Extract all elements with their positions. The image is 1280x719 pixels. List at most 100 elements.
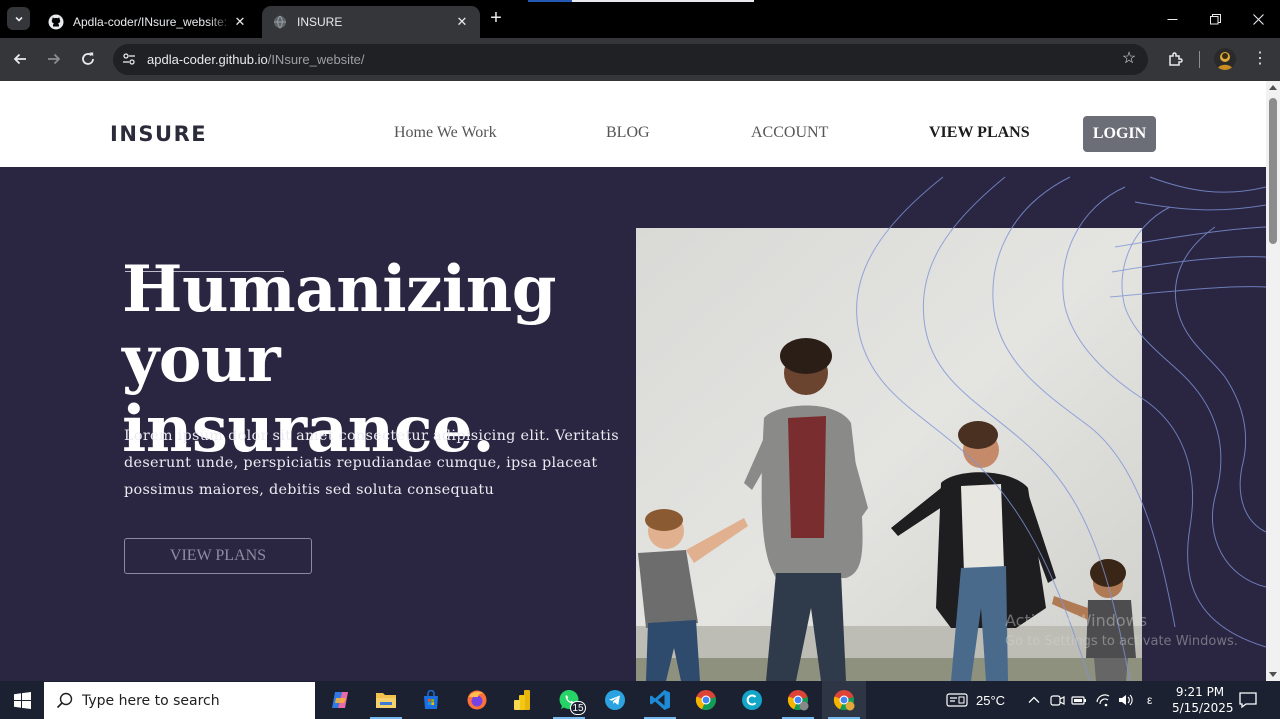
weather-widget[interactable]: 25°C [946, 681, 1005, 719]
copilot-icon [332, 692, 348, 708]
search-placeholder: Type here to search [82, 693, 220, 709]
close-icon [1253, 13, 1264, 25]
hero-description: Lorem ipsum dolor sit amet consectetur a… [124, 428, 619, 498]
close-icon[interactable]: ✕ [454, 14, 470, 30]
canva-icon [742, 690, 762, 710]
minimize-button[interactable] [1151, 0, 1194, 38]
close-window-button[interactable] [1237, 0, 1280, 38]
search-icon [56, 692, 73, 709]
tray-icons: ε [1027, 681, 1152, 719]
url-path: /INsure_website/ [267, 52, 365, 67]
chrome-icon [695, 690, 716, 711]
windows-taskbar: Type here to search 15 25°C ε 9:21 PM 5/… [0, 681, 1280, 719]
folder-icon [376, 693, 396, 708]
chevron-down-icon [14, 16, 23, 22]
site-logo[interactable]: INSURE [110, 122, 207, 146]
minimize-icon [1167, 18, 1178, 20]
clock-date: 5/15/2025 [1172, 701, 1234, 715]
battery-icon[interactable] [1071, 692, 1087, 708]
arrow-left-icon [13, 53, 26, 65]
hero-title-line-1: Humanizing [122, 252, 556, 327]
tab-title: Apdla-coder/INsure_website: th [73, 15, 232, 29]
taskbar-firefox[interactable] [455, 681, 499, 719]
wifi-icon[interactable] [1095, 692, 1111, 708]
scrollbar-thumb[interactable] [1269, 98, 1277, 244]
page-viewport: INSURE Home We Work BLOG ACCOUNT VIEW PL… [0, 81, 1280, 681]
url-host: apdla-coder.github.io [147, 52, 268, 67]
restore-icon [1210, 13, 1221, 24]
windows-logo-icon [13, 691, 31, 709]
puzzle-icon [1169, 52, 1183, 66]
browser-tabstrip: Apdla-coder/INsure_website: th ✕ INSURE … [0, 0, 1280, 38]
bookmark-star-icon[interactable]: ☆ [1120, 50, 1138, 68]
weather-icon [946, 693, 968, 707]
meet-now-icon[interactable] [1049, 692, 1065, 708]
toolbar-divider [1199, 51, 1200, 68]
forward-button[interactable] [42, 47, 66, 71]
scroll-up-arrow-icon[interactable] [1269, 85, 1277, 90]
nav-account[interactable]: ACCOUNT [751, 124, 828, 142]
site-settings-icon[interactable] [121, 51, 137, 67]
power-bi-icon [514, 690, 530, 710]
tab-search-button[interactable] [7, 7, 30, 30]
watermark-subtitle: Go to Settings to activate Windows. [1005, 634, 1238, 649]
clock-time: 9:21 PM [1175, 685, 1225, 699]
notification-center-icon[interactable] [1238, 690, 1258, 710]
taskbar-file-explorer[interactable] [364, 681, 408, 719]
telegram-icon [605, 690, 625, 710]
close-icon[interactable]: ✕ [232, 14, 248, 30]
tab-github[interactable]: Apdla-coder/INsure_website: th ✕ [38, 6, 258, 38]
input-language[interactable]: ε [1147, 693, 1152, 707]
github-icon [48, 14, 64, 30]
browser-toolbar: apdla-coder.github.io/INsure_website/ ☆ … [0, 38, 1280, 81]
notification-badge: 15 [570, 701, 586, 715]
firefox-icon [467, 690, 487, 710]
page-scrollbar[interactable] [1266, 81, 1280, 681]
extensions-button[interactable] [1165, 48, 1187, 70]
arrow-right-icon [48, 53, 61, 65]
tab-insure[interactable]: INSURE ✕ [262, 6, 480, 38]
nav-view-plans[interactable]: VIEW PLANS [929, 124, 1030, 142]
restore-button[interactable] [1194, 0, 1237, 38]
activate-windows-watermark: Activate Windows Go to Settings to activ… [1005, 611, 1238, 649]
taskbar-power-bi[interactable] [500, 681, 544, 719]
site-header: INSURE Home We Work BLOG ACCOUNT VIEW PL… [0, 81, 1266, 167]
window-controls [1151, 0, 1280, 38]
taskbar-store[interactable] [409, 681, 453, 719]
reload-button[interactable] [76, 47, 100, 71]
taskbar-vscode[interactable] [638, 681, 682, 719]
taskbar-whatsapp[interactable]: 15 [547, 681, 591, 719]
taskbar-clock[interactable]: 9:21 PM 5/15/2025 [1172, 684, 1234, 716]
new-tab-button[interactable]: + [486, 8, 506, 29]
chevron-up-icon[interactable] [1027, 693, 1041, 707]
nav-home-we-work[interactable]: Home We Work [394, 124, 497, 142]
nav-blog[interactable]: BLOG [606, 124, 650, 142]
taskbar-chrome[interactable] [684, 681, 728, 719]
view-plans-button[interactable]: VIEW PLANS [124, 538, 312, 574]
profile-avatar[interactable] [1214, 48, 1236, 70]
scroll-down-arrow-icon[interactable] [1269, 672, 1277, 677]
reload-icon [82, 52, 94, 65]
watermark-title: Activate Windows [1005, 611, 1148, 630]
hero-section: Humanizing your insurance. Lorem ipsum d… [0, 167, 1266, 681]
back-button[interactable] [8, 47, 32, 71]
taskbar-copilot[interactable] [318, 681, 362, 719]
url-text: apdla-coder.github.io/INsure_website/ [147, 52, 365, 67]
taskbar-canva[interactable] [730, 681, 774, 719]
volume-icon[interactable] [1117, 692, 1133, 708]
vscode-icon [650, 690, 670, 710]
login-button[interactable]: LOGIN [1083, 116, 1156, 152]
page-load-indicator [528, 0, 754, 2]
chrome-profile-icon [787, 690, 809, 711]
chrome-profile-icon [833, 690, 855, 711]
taskbar-chrome-profile-1[interactable] [776, 681, 820, 719]
taskbar-chrome-profile-2[interactable] [822, 681, 866, 719]
taskbar-telegram[interactable] [593, 681, 637, 719]
address-bar[interactable]: apdla-coder.github.io/INsure_website/ ☆ [113, 44, 1148, 75]
start-button[interactable] [0, 681, 44, 719]
browser-menu-button[interactable]: ⋮ [1250, 48, 1270, 70]
taskbar-search[interactable]: Type here to search [44, 682, 315, 719]
tab-title: INSURE [297, 15, 343, 29]
globe-icon [272, 14, 288, 30]
temperature-text: 25°C [976, 692, 1006, 708]
